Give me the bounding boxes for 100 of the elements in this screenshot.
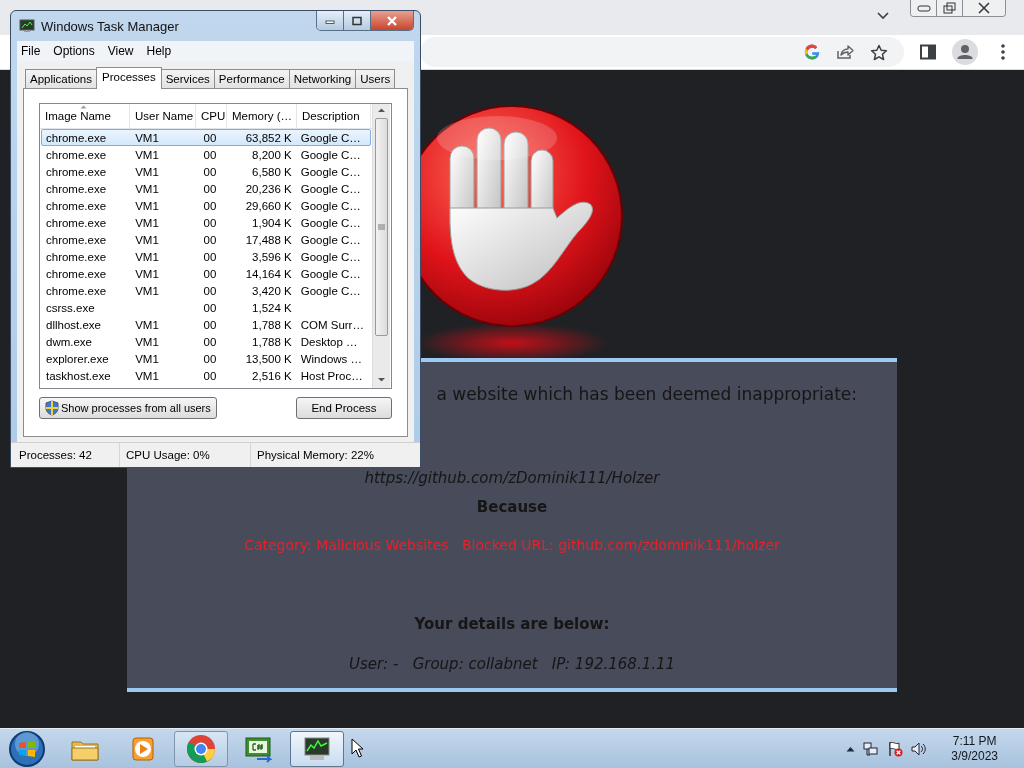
menu-item[interactable]: Options bbox=[49, 44, 101, 58]
table-cell: Google C… bbox=[300, 250, 361, 263]
network-icon[interactable] bbox=[863, 740, 880, 757]
table-cell: chrome.exe bbox=[46, 250, 107, 263]
tab[interactable]: Services bbox=[160, 69, 215, 88]
menu-item[interactable]: View bbox=[103, 44, 140, 58]
table-cell: taskhost.exe bbox=[46, 369, 111, 382]
table-cell: 1,788 K bbox=[252, 335, 292, 348]
speaker-icon[interactable] bbox=[911, 740, 928, 757]
close-icon bbox=[977, 2, 991, 14]
menu-item[interactable]: File bbox=[17, 44, 47, 58]
minimize-button[interactable] bbox=[317, 11, 344, 30]
table-cell: 13,500 K bbox=[245, 352, 292, 365]
show-hidden-icons-button[interactable] bbox=[846, 745, 856, 752]
table-cell: 00 bbox=[203, 250, 217, 263]
taskbar-app-button[interactable] bbox=[290, 730, 344, 767]
table-cell: VM1 bbox=[135, 352, 159, 365]
side-panel-icon[interactable] bbox=[920, 44, 936, 60]
mouse-cursor-icon bbox=[351, 738, 364, 758]
restore-button[interactable] bbox=[937, 0, 963, 16]
table-cell: 20,236 K bbox=[245, 182, 292, 195]
tab[interactable]: Networking bbox=[288, 69, 357, 88]
column-header[interactable]: Memory (… bbox=[227, 104, 297, 128]
table-cell: 00 bbox=[203, 165, 217, 178]
table-cell: VM1 bbox=[135, 369, 159, 382]
table-cell: 29,660 K bbox=[245, 199, 292, 212]
table-cell: Google C… bbox=[300, 233, 361, 246]
maximize-button[interactable] bbox=[344, 11, 371, 30]
tab[interactable]: Applications bbox=[25, 69, 97, 88]
table-cell: 3,596 K bbox=[252, 250, 292, 263]
table-cell: 1,788 K bbox=[252, 318, 292, 331]
table-cell: Desktop … bbox=[300, 335, 358, 348]
table-cell: 00 bbox=[203, 182, 217, 195]
tab[interactable]: Processes bbox=[96, 67, 162, 89]
google-icon[interactable] bbox=[804, 44, 820, 60]
table-cell: VM1 bbox=[135, 182, 159, 195]
table-cell: VM1 bbox=[135, 165, 159, 178]
table-cell: 00 bbox=[203, 131, 217, 144]
table-cell: 17,488 K bbox=[245, 233, 292, 246]
chrome-icon bbox=[185, 732, 217, 765]
tab[interactable]: Users bbox=[355, 69, 396, 88]
table-cell: 63,852 K bbox=[245, 131, 292, 144]
table-cell: 1,524 K bbox=[252, 301, 292, 314]
star-icon[interactable] bbox=[870, 43, 888, 61]
table-cell: chrome.exe bbox=[46, 216, 107, 229]
profile-icon[interactable] bbox=[952, 39, 978, 65]
column-header[interactable]: CPU bbox=[196, 104, 227, 128]
table-cell: 00 bbox=[203, 267, 217, 280]
chevron-down-icon[interactable] bbox=[876, 11, 890, 21]
tab[interactable]: Performance bbox=[213, 69, 290, 88]
scroll-thumb[interactable] bbox=[375, 118, 388, 336]
start-button[interactable] bbox=[8, 729, 46, 768]
table-cell: VM1 bbox=[135, 335, 159, 348]
share-icon[interactable] bbox=[836, 44, 854, 60]
table-cell: 14,164 K bbox=[245, 267, 292, 280]
table-cell: Google C… bbox=[300, 182, 361, 195]
block-heading: a website which has been deemed inappropriate: bbox=[436, 383, 857, 406]
table-cell: 1,904 K bbox=[252, 216, 292, 229]
shield-icon bbox=[45, 400, 59, 416]
status-text: CPU Usage: 0% bbox=[120, 443, 251, 467]
menu-item[interactable]: Help bbox=[142, 44, 178, 58]
table-cell: Windows … bbox=[300, 352, 363, 365]
table-cell: 00 bbox=[203, 199, 217, 212]
column-header[interactable]: Image Name bbox=[40, 104, 130, 128]
clock[interactable]: 7:11 PM 3/9/2023 bbox=[947, 733, 1002, 764]
more-icon[interactable] bbox=[1000, 43, 1006, 61]
table-cell: 8,200 K bbox=[252, 148, 292, 161]
selected-row[interactable]: chrome.exe VM1 00 63,852 K Google C… bbox=[41, 129, 371, 146]
minimize-button[interactable] bbox=[911, 0, 937, 16]
table-cell: 3,420 K bbox=[252, 284, 292, 297]
table-cell: 00 bbox=[203, 301, 217, 314]
close-button[interactable] bbox=[963, 0, 1005, 16]
table-cell: dwm.exe bbox=[46, 335, 93, 348]
table-cell: chrome.exe bbox=[46, 267, 107, 280]
table-cell: 00 bbox=[203, 284, 217, 297]
table-cell: 2,516 K bbox=[252, 369, 292, 382]
table-cell: VM1 bbox=[135, 250, 159, 263]
table-cell: chrome.exe bbox=[46, 131, 107, 144]
column-header[interactable]: User Name bbox=[130, 104, 196, 128]
show-all-users-button[interactable]: Show processes from all users bbox=[39, 397, 217, 419]
user-details-text: User: - Group: collabnet IP: 192.168.1.11 bbox=[347, 654, 677, 674]
table-cell: 00 bbox=[203, 369, 217, 382]
because-label: Because bbox=[475, 497, 549, 517]
monitor-icon bbox=[19, 19, 35, 33]
table-cell: 00 bbox=[203, 318, 217, 331]
table-cell: chrome.exe bbox=[46, 148, 107, 161]
column-header[interactable]: Description bbox=[297, 104, 371, 128]
minimize-icon bbox=[916, 4, 931, 12]
table-cell: Google C… bbox=[300, 199, 361, 212]
table-cell: VM1 bbox=[135, 216, 159, 229]
table-cell: Google C… bbox=[300, 165, 361, 178]
end-process-button[interactable]: End Process bbox=[296, 397, 392, 419]
table-cell: Google C… bbox=[300, 148, 361, 161]
scrollbar[interactable] bbox=[372, 104, 390, 388]
maximize-icon bbox=[351, 15, 363, 26]
table-cell: 6,580 K bbox=[252, 165, 292, 178]
flag-error-icon[interactable] bbox=[887, 740, 904, 757]
restore-icon bbox=[942, 2, 957, 14]
status-text: Physical Memory: 22% bbox=[256, 448, 375, 463]
table-cell: 00 bbox=[203, 352, 217, 365]
